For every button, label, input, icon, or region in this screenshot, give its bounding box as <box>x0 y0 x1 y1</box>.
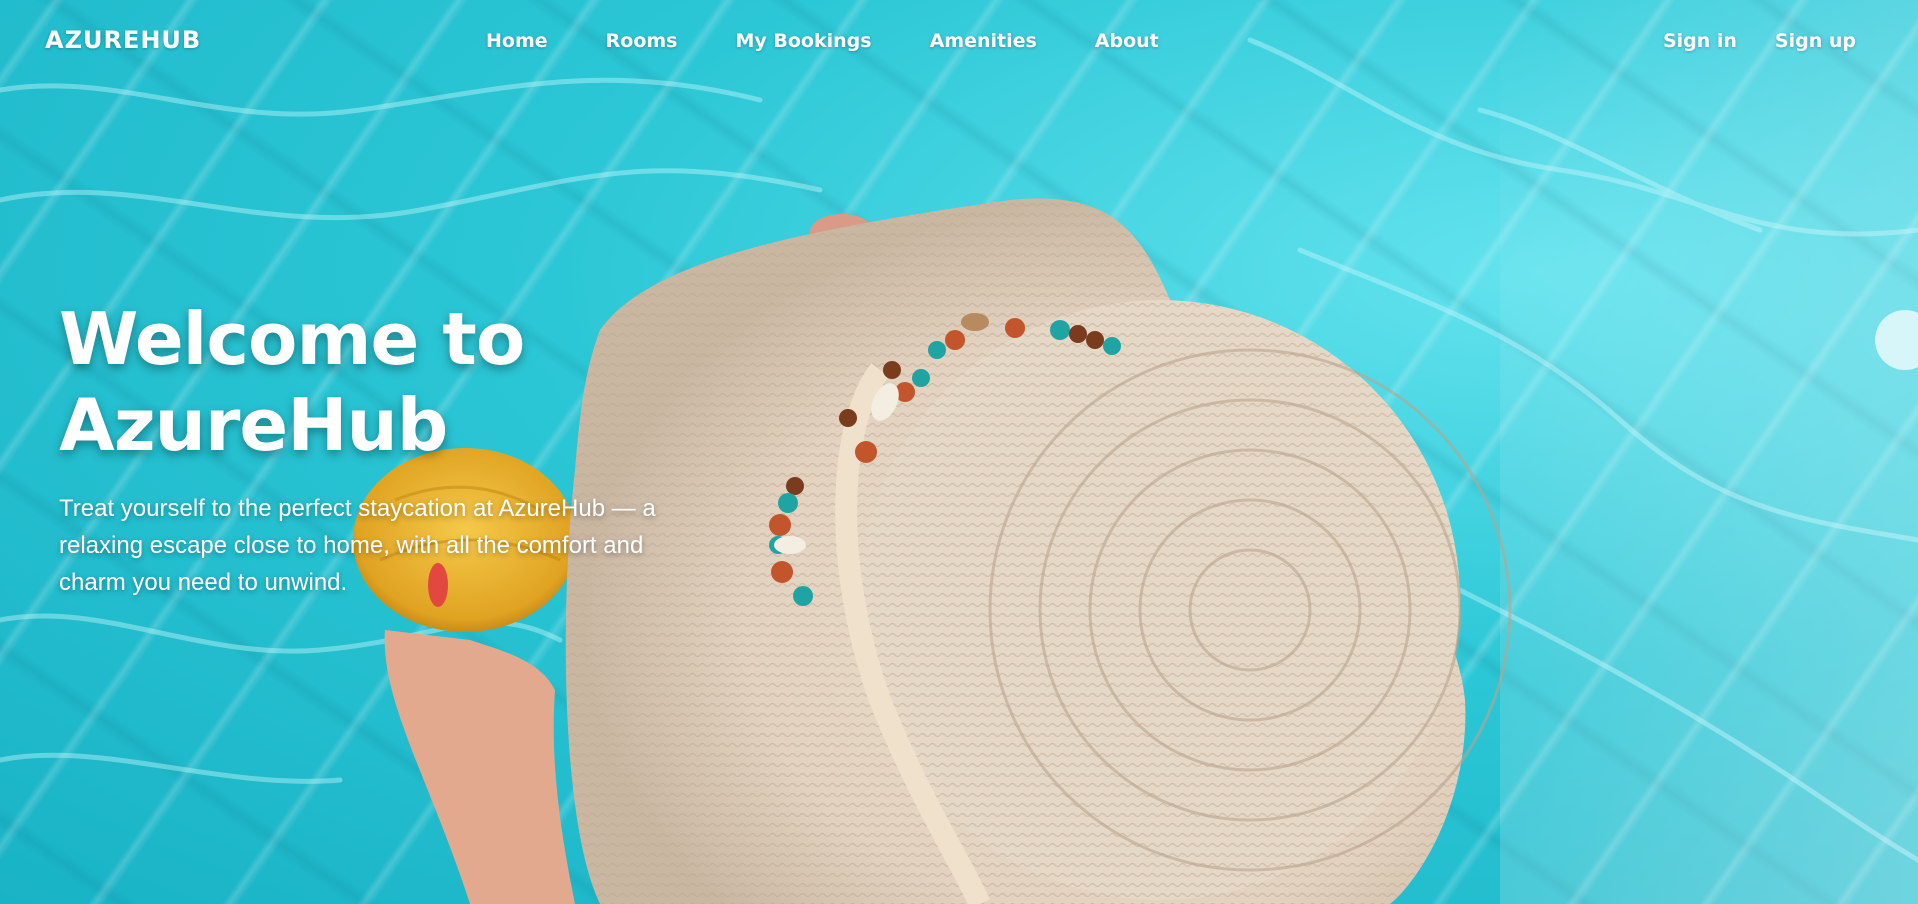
hero-copy: Welcome to AzureHub Treat yourself to th… <box>59 296 699 601</box>
hero-section: AZUREHUB Home Rooms My Bookings Amenitie… <box>0 0 1918 904</box>
auth-nav: Sign in Sign up <box>1625 30 1856 52</box>
nav-item-amenities[interactable]: Amenities <box>930 30 1037 52</box>
brand-logo[interactable]: AZUREHUB <box>45 26 201 54</box>
nav-item-home[interactable]: Home <box>486 30 548 52</box>
sign-in-link[interactable]: Sign in <box>1663 30 1737 52</box>
top-navbar: AZUREHUB Home Rooms My Bookings Amenitie… <box>0 0 1918 84</box>
primary-nav: Home Rooms My Bookings Amenities About <box>486 30 1217 52</box>
nav-item-my-bookings[interactable]: My Bookings <box>735 30 871 52</box>
hero-title: Welcome to AzureHub <box>59 297 525 467</box>
nav-item-about[interactable]: About <box>1095 30 1159 52</box>
hero-subtitle: Treat yourself to the perfect staycation… <box>59 495 656 596</box>
nav-item-rooms[interactable]: Rooms <box>606 30 678 52</box>
sign-up-link[interactable]: Sign up <box>1775 30 1856 52</box>
